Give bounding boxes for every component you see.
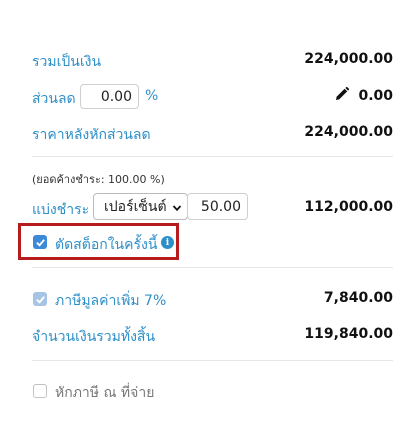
installment-label: แบ่งชำระ <box>32 202 90 218</box>
after-discount-value: 224,000.00 <box>304 124 393 140</box>
remaining-note: (ยอดค้างชำระ: 100.00 %) <box>32 173 165 186</box>
divider <box>32 360 393 361</box>
installment-type-value: เปอร์เซ็นต์ <box>104 198 167 215</box>
total-value: 224,000.00 <box>304 51 393 67</box>
vat-value: 7,840.00 <box>323 290 393 306</box>
pencil-icon[interactable] <box>334 86 350 102</box>
withholding-checkbox[interactable] <box>33 384 47 398</box>
stock-checkbox[interactable] <box>33 235 47 249</box>
after-discount-label: ราคาหลังหักส่วนลด <box>32 127 151 143</box>
checkmark-icon <box>35 295 45 304</box>
info-icon[interactable]: i <box>161 236 174 249</box>
discount-input[interactable]: 0.00 <box>80 84 139 109</box>
discount-label: ส่วนลด <box>32 91 76 107</box>
discount-value: 0.00 <box>358 88 393 104</box>
checkmark-icon <box>35 238 45 247</box>
grand-total-value: 119,840.00 <box>304 326 393 342</box>
withholding-label: หักภาษี ณ ที่จ่าย <box>55 385 155 401</box>
vat-label: ภาษีมูลค่าเพิ่ม 7% <box>55 293 167 309</box>
total-label: รวมเป็นเงิน <box>32 54 102 70</box>
vat-checkbox[interactable] <box>33 292 47 306</box>
discount-unit: % <box>145 88 159 104</box>
installment-type-select[interactable]: เปอร์เซ็นต์ <box>93 193 188 220</box>
divider <box>32 267 393 268</box>
chevron-down-icon <box>172 201 182 212</box>
installment-amount-input[interactable]: 50.00 <box>187 193 248 220</box>
installment-value: 112,000.00 <box>304 199 393 215</box>
grand-total-label: จำนวนเงินรวมทั้งสิ้น <box>32 329 156 345</box>
divider <box>32 156 393 157</box>
stock-label[interactable]: ตัดสต็อกในครั้งนี้ <box>55 234 157 256</box>
